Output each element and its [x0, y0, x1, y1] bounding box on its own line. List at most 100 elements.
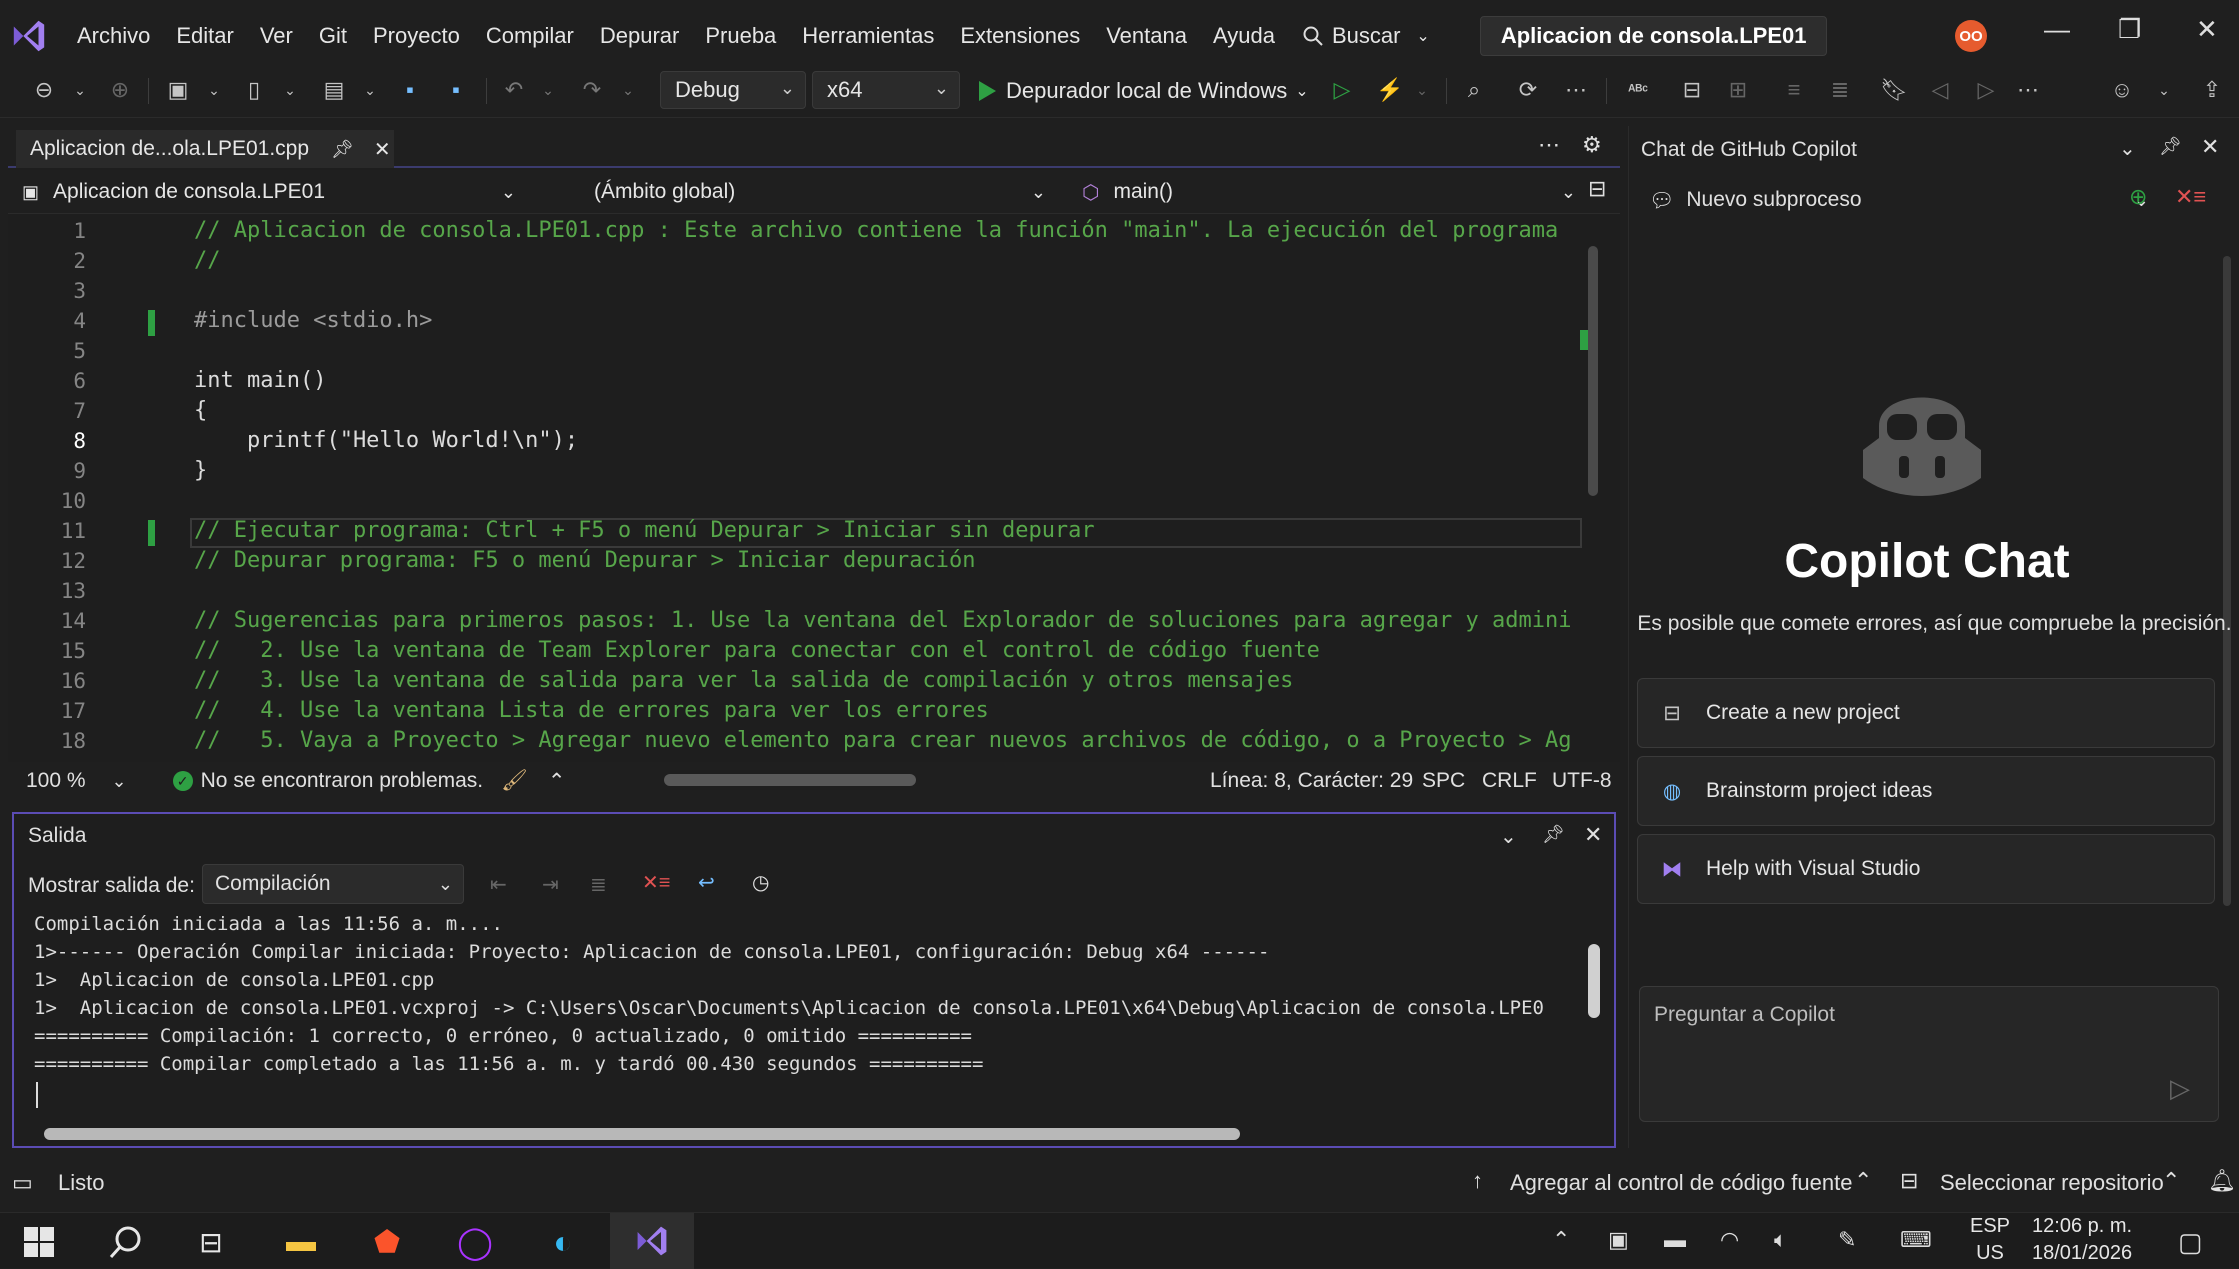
editor-horizontal-scrollbar[interactable] [664, 774, 916, 786]
select-repository[interactable]: Seleccionar repositorio [1940, 1170, 2164, 1196]
clock[interactable]: 12:06 p. m. 18/01/2026 [2032, 1215, 2132, 1265]
editor-vertical-scrollbar[interactable] [1588, 246, 1598, 496]
find-in-files-icon[interactable]: ⌕ [1460, 76, 1488, 104]
function-select[interactable]: ⬡ main() ⌄ [1082, 174, 1582, 210]
send-icon[interactable]: ▷ [2170, 1073, 2190, 1104]
visual-studio-logo-icon[interactable] [10, 17, 48, 55]
minimize-icon[interactable]: — [2044, 14, 2070, 45]
chevron-down-icon[interactable]: ⌄ [66, 76, 94, 104]
save-icon[interactable]: ▪ [396, 76, 424, 104]
chevron-down-icon[interactable]: ⌄ [1408, 76, 1436, 104]
chevron-down-icon[interactable]: ⌄ [1500, 824, 1517, 849]
pen-icon[interactable]: ✎ [1838, 1227, 1856, 1253]
close-panel-icon[interactable]: ✕ [1584, 822, 1602, 848]
code-area[interactable]: 1 2 3 4 5 6 7 8 9 10 11 12 13 14 15 16 1… [8, 216, 1608, 764]
search-button[interactable]: Buscar ⌄ [1302, 23, 1430, 49]
hot-reload-icon[interactable]: ⚡ [1376, 76, 1404, 104]
line-ending[interactable]: CRLF [1482, 769, 1537, 793]
start-without-debugging-icon[interactable]: ▷ [1328, 76, 1356, 104]
pin-icon[interactable]: 📌︎ [331, 139, 354, 160]
taskbar-active-app[interactable] [610, 1213, 694, 1269]
chevron-up-icon[interactable]: ⌃ [1854, 1168, 1872, 1194]
notifications-icon[interactable]: ▭ [12, 1170, 33, 1196]
keyboard-icon[interactable]: ⌨ [1900, 1227, 1932, 1253]
chevron-down-icon[interactable]: ⌄ [2150, 76, 2178, 104]
redo-icon[interactable]: ↷ [578, 76, 606, 104]
more-icon[interactable]: ⋯ [1562, 76, 1590, 104]
chevron-down-icon[interactable]: ⌄ [614, 76, 642, 104]
menu-depurar[interactable]: Depurar [587, 16, 692, 56]
chevron-up-icon[interactable]: ⌃ [1552, 1227, 1570, 1253]
menu-proyecto[interactable]: Proyecto [360, 16, 473, 56]
comment-icon[interactable]: ⊟ [1678, 76, 1706, 104]
cleanup-icon[interactable]: 🖌︎ [501, 769, 528, 793]
chevron-down-icon[interactable]: ⌄ [200, 76, 228, 104]
wifi-icon[interactable]: ◠ [1720, 1227, 1739, 1253]
copilot-icon[interactable]: ☺ [2108, 76, 2136, 104]
bookmark-icon[interactable]: 🔖︎ [1880, 76, 1908, 104]
close-tab-icon[interactable]: ✕ [374, 137, 391, 162]
chevron-up-icon[interactable]: ⌃ [548, 769, 566, 794]
menu-ver[interactable]: Ver [247, 16, 306, 56]
find-message-icon[interactable]: ≣ [590, 872, 607, 897]
tray-app-icon[interactable]: ▣ [1608, 1227, 1629, 1253]
pin-icon[interactable]: 📌︎ [1542, 824, 1565, 845]
uncomment-icon[interactable]: ⊞ [1724, 76, 1752, 104]
pin-icon[interactable]: 📌︎ [2159, 136, 2182, 157]
save-all-icon[interactable]: ▪ [442, 76, 470, 104]
problems-status[interactable]: No se encontraron problemas. [201, 769, 484, 793]
menu-git[interactable]: Git [306, 16, 360, 56]
start-debugging-button[interactable]: Depurador local de Windows ⌄ [976, 74, 1309, 108]
configuration-select[interactable]: Debug ⌄ [660, 71, 806, 109]
back-icon[interactable]: ⊖ [30, 76, 58, 104]
menu-archivo[interactable]: Archivo [64, 16, 163, 56]
chevron-up-icon[interactable]: ⌃ [2162, 1168, 2180, 1194]
copilot-ask-input[interactable]: Preguntar a Copilot ▷ [1639, 986, 2219, 1122]
add-item-icon[interactable]: ▤ [320, 76, 348, 104]
spell-check-icon[interactable]: ᴬᴮᶜ [1624, 76, 1652, 104]
indent-icon[interactable]: ≣ [1826, 76, 1854, 104]
opera-browser-icon[interactable]: ◯ [454, 1221, 496, 1263]
edge-browser-icon[interactable]: ◐ [542, 1221, 584, 1263]
thread-select[interactable]: 💬︎ Nuevo subproceso ⌄ [1641, 178, 2155, 222]
new-project-icon[interactable]: ▣ [164, 76, 192, 104]
clear-thread-icon[interactable]: ✕≡ [2175, 184, 2206, 210]
search-icon[interactable] [106, 1223, 146, 1263]
suggestion-help-vs[interactable]: ⧓ Help with Visual Studio [1637, 834, 2215, 904]
output-horizontal-scrollbar[interactable] [44, 1128, 1240, 1140]
live-share-icon[interactable]: ⇪ [2198, 76, 2226, 104]
tab-document[interactable]: Aplicacion de...ola.LPE01.cpp 📌︎ ✕ [16, 130, 394, 168]
volume-icon[interactable]: 🔈︎ [1774, 1227, 1787, 1253]
whitespace-mode[interactable]: SPC [1422, 769, 1465, 793]
menu-ventana[interactable]: Ventana [1093, 16, 1200, 56]
menu-editar[interactable]: Editar [163, 16, 246, 56]
encoding[interactable]: UTF-8 [1552, 769, 1612, 793]
gear-icon[interactable]: ⚙ [1582, 132, 1602, 158]
next-message-icon[interactable]: ⇥ [542, 872, 559, 897]
new-thread-icon[interactable]: ⊕ [2129, 184, 2147, 210]
chevron-down-icon[interactable]: ⌄ [356, 76, 384, 104]
outdent-icon[interactable]: ≡ [1780, 76, 1808, 104]
notification-center-icon[interactable]: ▢ [2178, 1227, 2203, 1258]
menu-prueba[interactable]: Prueba [692, 16, 789, 56]
cursor-position[interactable]: Línea: 8, Carácter: 29 [1210, 769, 1413, 793]
forward-icon[interactable]: ⊕ [106, 76, 134, 104]
menu-ayuda[interactable]: Ayuda [1200, 16, 1288, 56]
new-file-icon[interactable]: ▯ [240, 76, 268, 104]
chevron-down-icon[interactable]: ⌄ [2119, 136, 2136, 161]
next-bookmark-icon[interactable]: ▷ [1972, 76, 2000, 104]
add-source-control[interactable]: Agregar al control de código fuente [1510, 1170, 1852, 1196]
chevron-down-icon[interactable]: ⌄ [534, 76, 562, 104]
output-vertical-scrollbar[interactable] [1588, 944, 1600, 1018]
task-view-icon[interactable]: ⊟ [190, 1221, 232, 1263]
menu-herramientas[interactable]: Herramientas [789, 16, 947, 56]
suggestion-brainstorm[interactable]: ◍ Brainstorm project ideas [1637, 756, 2215, 826]
chevron-down-icon[interactable]: ⌄ [276, 76, 304, 104]
menu-compilar[interactable]: Compilar [473, 16, 587, 56]
avatar[interactable]: OO [1955, 20, 1987, 52]
prev-bookmark-icon[interactable]: ◁ [1926, 76, 1954, 104]
more-icon[interactable]: ⋯ [2014, 76, 2042, 104]
undo-icon[interactable]: ↶ [500, 76, 528, 104]
split-icon[interactable]: ⊟ [1588, 176, 1606, 202]
word-wrap-icon[interactable]: ↩ [698, 870, 715, 895]
